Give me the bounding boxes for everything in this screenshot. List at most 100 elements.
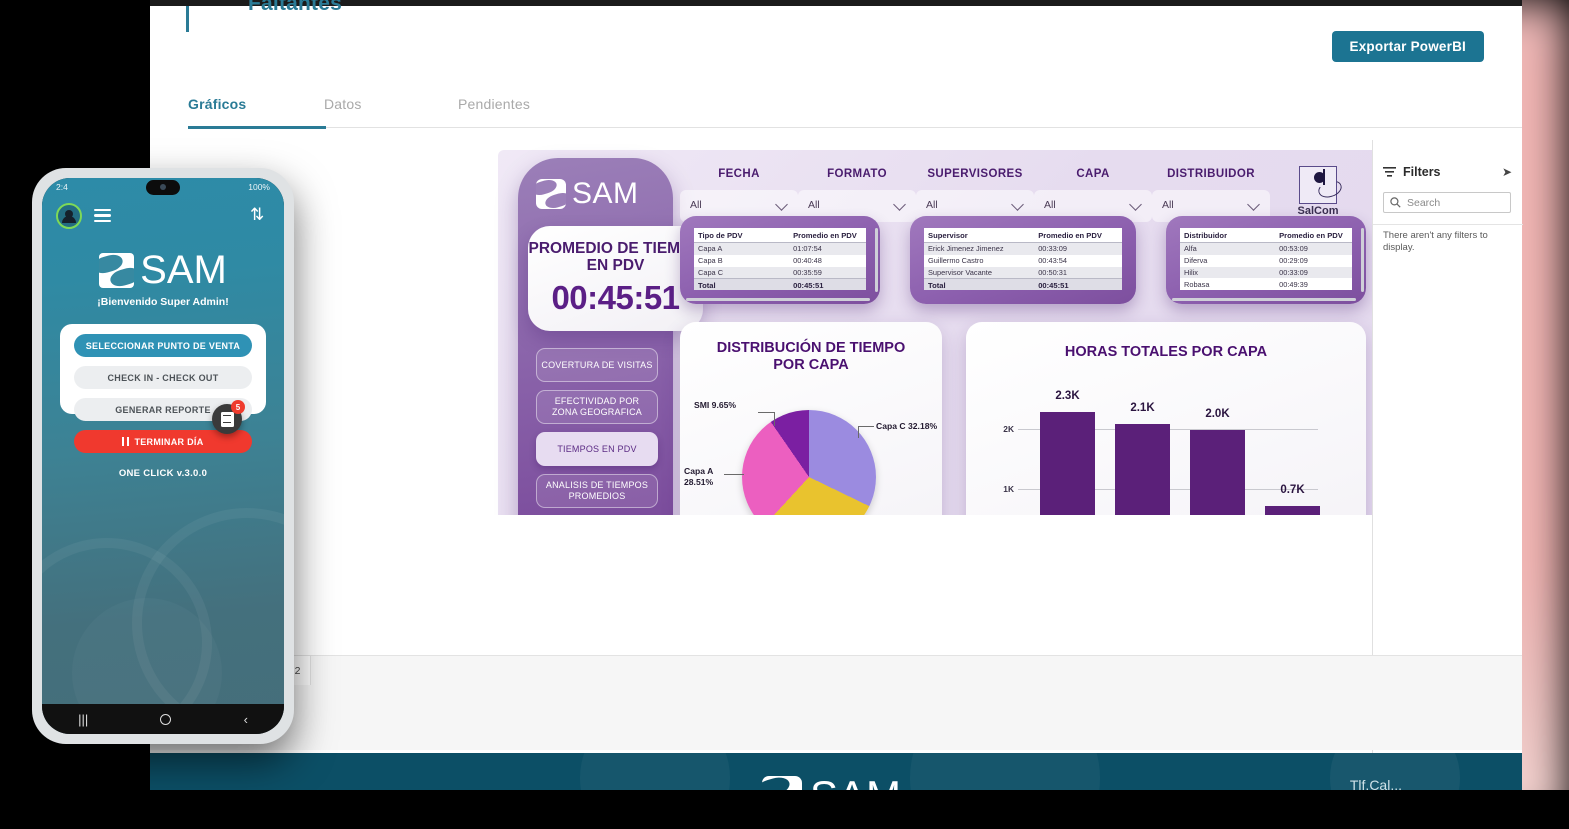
rail-button-analisis-tiempos-promedios[interactable]: ANALISIS DE TIEMPOS PROMEDIOS: [536, 474, 658, 508]
chevron-down-icon[interactable]: [1247, 198, 1260, 211]
phone-version-text: ONE CLICK v.3.0.0: [118, 468, 208, 479]
kpi-value: 00:45:51: [551, 279, 680, 317]
cell: Guillermo Castro: [928, 256, 984, 266]
cell: 00:33:09: [1038, 244, 1067, 254]
table-tipo-pdv[interactable]: Tipo de PDV Promedio en PDV Capa A 01:07…: [694, 228, 866, 290]
chevron-down-icon[interactable]: [1129, 198, 1142, 211]
report-document-fab[interactable]: 5: [212, 400, 245, 434]
filters-header: Filters: [1383, 165, 1441, 179]
filters-empty-message: There aren't any filters to display.: [1383, 230, 1488, 254]
table-distribuidor[interactable]: Distribuidor Promedio en PDV Alfa 00:53:…: [1180, 228, 1352, 290]
filters-divider: [1373, 224, 1523, 225]
slicer-formato-value: All: [808, 199, 820, 211]
home-button[interactable]: [160, 713, 172, 725]
hamburger-menu-icon[interactable]: [94, 209, 111, 222]
cell: Hilix: [1184, 267, 1198, 277]
sync-icon[interactable]: ⇅: [250, 206, 268, 224]
active-tab-underline: [188, 126, 326, 129]
terminar-dia-label: TERMINAR DÍA: [134, 436, 204, 447]
seleccionar-punto-de-venta-button[interactable]: SELECCIONAR PUNTO DE VENTA: [74, 334, 252, 357]
table-supervisor[interactable]: Supervisor Promedio en PDV Erick Jimenez…: [924, 228, 1122, 290]
cell: Capa B: [698, 256, 723, 266]
table-row[interactable]: Capa A 01:07:54: [694, 243, 866, 255]
ytick-1k: 1K: [1003, 484, 1014, 494]
table-row[interactable]: Capa C 00:35:59: [694, 266, 866, 279]
chevron-down-icon[interactable]: [1011, 198, 1024, 211]
tab-graficos[interactable]: Gráficos: [188, 96, 246, 112]
cell: Total: [928, 281, 946, 290]
cell: 00:53:09: [1279, 244, 1308, 254]
cell: Capa A: [698, 244, 723, 254]
table-horizontal-scrollbar[interactable]: [1172, 297, 1356, 301]
chevron-right-icon[interactable]: ➤: [1502, 165, 1512, 179]
pie-label-smi: SMI 9.65%: [694, 400, 737, 410]
table-horizontal-scrollbar[interactable]: [686, 297, 870, 301]
footer-sam-wordmark: SAM: [810, 775, 901, 791]
cell: 00:40:48: [793, 256, 822, 266]
check-in-check-out-button[interactable]: CHECK IN - CHECK OUT: [74, 366, 252, 389]
kpi-title: PROMEDIO DE TIEMPO EN PDV: [528, 239, 703, 274]
page-strip-filler: [150, 685, 1522, 750]
sam-mark-icon: [536, 179, 566, 209]
table-row[interactable]: Diferva 00:29:09: [1180, 255, 1352, 267]
site-footer: SAM Tlf.Cal...: [150, 753, 1522, 790]
table-row[interactable]: Guillermo Castro 00:43:54: [924, 255, 1122, 267]
rail-button-tiempos-en-pdv[interactable]: TIEMPOS EN PDV: [536, 432, 658, 466]
table-header-row: Distribuidor Promedio en PDV: [1180, 228, 1352, 243]
table-vertical-scrollbar[interactable]: [1360, 228, 1364, 292]
rail-button-efectividad-zona-geografica[interactable]: EFECTIVIDAD POR ZONA GEOGRAFICA: [536, 390, 658, 424]
bar-value-capa-a: 2.0K: [1205, 408, 1230, 420]
col-header: Promedio en PDV: [1279, 231, 1343, 240]
table-row[interactable]: Robasa 00:49:39: [1180, 278, 1352, 290]
page-title: Faltantes: [248, 0, 342, 15]
user-avatar-icon[interactable]: [56, 203, 82, 229]
chevron-down-icon[interactable]: [893, 198, 906, 211]
kpi-card-promedio-tiempo-pdv: PROMEDIO DE TIEMPO EN PDV 00:45:51: [528, 226, 703, 331]
bar-value-capa-b: 2.1K: [1130, 402, 1155, 414]
export-powerbi-button[interactable]: Exportar PowerBI: [1331, 31, 1484, 62]
back-button[interactable]: ‹: [244, 712, 248, 727]
salcom-logo-frame: [1299, 166, 1344, 204]
footer-decoration-circle: [910, 753, 1100, 790]
pause-icon: [122, 437, 130, 446]
table-vertical-scrollbar[interactable]: [874, 228, 878, 292]
phone-sam-wordmark: SAM: [140, 248, 227, 292]
cell: Robasa: [1184, 279, 1210, 289]
sam-wordmark: SAM: [572, 177, 639, 210]
slicer-capa-value: All: [1044, 199, 1056, 211]
table-row[interactable]: Hilix 00:33:09: [1180, 266, 1352, 279]
slicer-label-supervisores: SUPERVISORES: [927, 168, 1023, 180]
chevron-down-icon[interactable]: [775, 198, 788, 211]
col-header: Promedio en PDV: [793, 231, 857, 240]
table-card-tipo-pdv: Tipo de PDV Promedio en PDV Capa A 01:07…: [680, 216, 880, 304]
cell: 00:29:09: [1279, 256, 1308, 266]
bar-value-capa-c: 2.3K: [1055, 390, 1080, 402]
status-time: 2:4: [56, 182, 68, 192]
tab-datos[interactable]: Datos: [324, 96, 362, 112]
table-row[interactable]: Alfa 00:53:09: [1180, 243, 1352, 255]
rail-button-covertura-de-visitas[interactable]: COVERTURA DE VISITAS: [536, 348, 658, 382]
slicer-fecha-value: All: [690, 199, 702, 211]
slicer-label-fecha: FECHA: [718, 168, 760, 180]
android-nav-bar: ||| ‹: [42, 704, 284, 734]
table-total-row: Total 00:45:51: [924, 278, 1122, 290]
filters-search-input[interactable]: Search: [1383, 192, 1511, 213]
filter-icon: [1383, 167, 1396, 177]
sam-logo: SAM: [536, 176, 656, 212]
phone-mockup: 2:4 100% ⇅ SAM ¡Bienvenido Super Admin! …: [32, 168, 294, 744]
table-row[interactable]: Supervisor Vacante 00:50:31: [924, 266, 1122, 279]
table-row[interactable]: Capa B 00:40:48: [694, 255, 866, 267]
cell: 00:50:31: [1038, 267, 1067, 277]
col-header: Distribuidor: [1184, 231, 1228, 240]
phone-camera: [160, 184, 166, 190]
tab-pendientes[interactable]: Pendientes: [458, 96, 530, 112]
slicer-distribuidor-value: All: [1162, 199, 1174, 211]
cell: Total: [698, 281, 716, 290]
fab-notification-badge: 5: [231, 400, 245, 414]
cell: 00:45:51: [793, 281, 824, 290]
recents-button[interactable]: |||: [78, 712, 88, 727]
cell: 01:07:54: [793, 244, 822, 254]
leader-line: [858, 426, 859, 438]
slicer-label-formato: FORMATO: [827, 168, 887, 180]
table-row[interactable]: Erick Jimenez Jimenez 00:33:09: [924, 243, 1122, 255]
